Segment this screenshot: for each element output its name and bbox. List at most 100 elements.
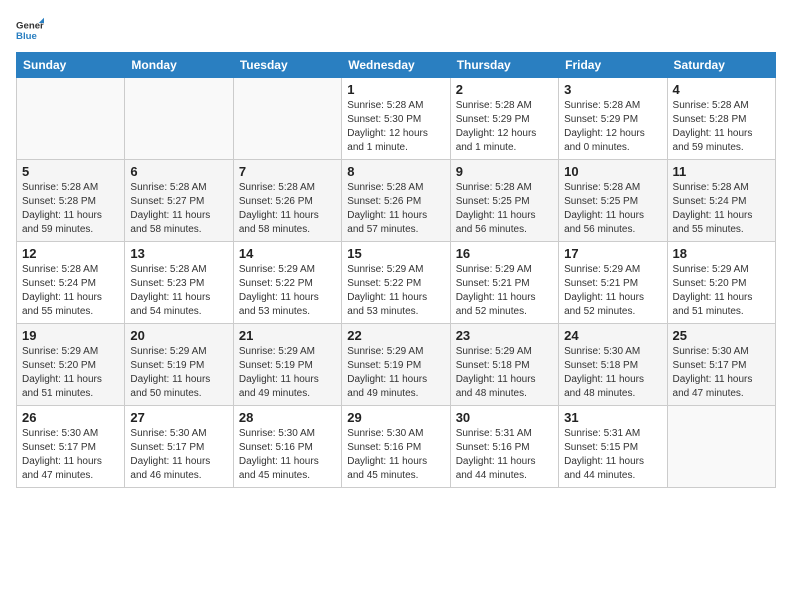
calendar-cell: 1 Sunrise: 5:28 AM Sunset: 5:30 PM Daylig… [342, 78, 450, 160]
day-info: Sunrise: 5:28 AM Sunset: 5:23 PM Dayligh… [130, 263, 227, 319]
calendar-cell: 13 Sunrise: 5:28 AM Sunset: 5:23 PM Dayli… [125, 242, 233, 324]
day-number: 3 [564, 82, 661, 97]
day-info: Sunrise: 5:30 AM Sunset: 5:17 PM Dayligh… [673, 345, 770, 401]
week-row-5: 26 Sunrise: 5:30 AM Sunset: 5:17 PM Dayli… [17, 406, 776, 488]
calendar-cell [667, 406, 775, 488]
calendar-cell: 16Sunrise: 5:29 AM Sunset: 5:21 PM Dayli… [450, 242, 558, 324]
calendar-cell: 26 Sunrise: 5:30 AM Sunset: 5:17 PM Dayli… [17, 406, 125, 488]
day-number: 23 [456, 328, 553, 343]
day-info: Sunrise: 5:28 AM Sunset: 5:29 PM Dayligh… [456, 99, 553, 155]
day-info: Sunrise: 5:29 AM Sunset: 5:22 PM Dayligh… [239, 263, 336, 319]
calendar-cell [233, 78, 341, 160]
calendar-cell: 21 Sunrise: 5:29 AM Sunset: 5:19 PM Dayli… [233, 324, 341, 406]
calendar-cell: 2Sunrise: 5:28 AM Sunset: 5:29 PM Daylig… [450, 78, 558, 160]
day-number: 20 [130, 328, 227, 343]
logo: General Blue [16, 16, 44, 44]
calendar-cell: 30Sunrise: 5:31 AM Sunset: 5:16 PM Dayli… [450, 406, 558, 488]
calendar-cell: 15 Sunrise: 5:29 AM Sunset: 5:22 PM Dayli… [342, 242, 450, 324]
day-number: 7 [239, 164, 336, 179]
day-info: Sunrise: 5:28 AM Sunset: 5:30 PM Dayligh… [347, 99, 444, 155]
day-number: 15 [347, 246, 444, 261]
calendar-cell: 22 Sunrise: 5:29 AM Sunset: 5:19 PM Dayli… [342, 324, 450, 406]
calendar-cell: 27 Sunrise: 5:30 AM Sunset: 5:17 PM Dayli… [125, 406, 233, 488]
calendar-cell: 31 Sunrise: 5:31 AM Sunset: 5:15 PM Dayli… [559, 406, 667, 488]
day-number: 13 [130, 246, 227, 261]
day-info: Sunrise: 5:28 AM Sunset: 5:26 PM Dayligh… [239, 181, 336, 237]
calendar-cell: 25 Sunrise: 5:30 AM Sunset: 5:17 PM Dayli… [667, 324, 775, 406]
calendar-cell [125, 78, 233, 160]
day-number: 17 [564, 246, 661, 261]
day-number: 26 [22, 410, 119, 425]
week-row-1: 1 Sunrise: 5:28 AM Sunset: 5:30 PM Daylig… [17, 78, 776, 160]
calendar-cell: 18Sunrise: 5:29 AM Sunset: 5:20 PM Dayli… [667, 242, 775, 324]
calendar-cell [17, 78, 125, 160]
header: General Blue [16, 16, 776, 44]
week-row-2: 5 Sunrise: 5:28 AM Sunset: 5:28 PM Daylig… [17, 160, 776, 242]
day-number: 5 [22, 164, 119, 179]
day-info: Sunrise: 5:28 AM Sunset: 5:25 PM Dayligh… [564, 181, 661, 237]
day-number: 10 [564, 164, 661, 179]
day-number: 14 [239, 246, 336, 261]
day-info: Sunrise: 5:29 AM Sunset: 5:22 PM Dayligh… [347, 263, 444, 319]
weekday-header-friday: Friday [559, 53, 667, 78]
day-info: Sunrise: 5:28 AM Sunset: 5:29 PM Dayligh… [564, 99, 661, 155]
svg-text:Blue: Blue [16, 31, 37, 42]
weekday-header-row: SundayMondayTuesdayWednesdayThursdayFrid… [17, 53, 776, 78]
day-number: 28 [239, 410, 336, 425]
day-info: Sunrise: 5:30 AM Sunset: 5:16 PM Dayligh… [347, 427, 444, 483]
calendar-cell: 29Sunrise: 5:30 AM Sunset: 5:16 PM Dayli… [342, 406, 450, 488]
day-info: Sunrise: 5:30 AM Sunset: 5:17 PM Dayligh… [22, 427, 119, 483]
day-number: 22 [347, 328, 444, 343]
day-info: Sunrise: 5:29 AM Sunset: 5:20 PM Dayligh… [673, 263, 770, 319]
weekday-header-tuesday: Tuesday [233, 53, 341, 78]
day-number: 31 [564, 410, 661, 425]
day-info: Sunrise: 5:28 AM Sunset: 5:25 PM Dayligh… [456, 181, 553, 237]
calendar-cell: 12Sunrise: 5:28 AM Sunset: 5:24 PM Dayli… [17, 242, 125, 324]
day-info: Sunrise: 5:29 AM Sunset: 5:21 PM Dayligh… [564, 263, 661, 319]
day-info: Sunrise: 5:28 AM Sunset: 5:28 PM Dayligh… [673, 99, 770, 155]
day-number: 9 [456, 164, 553, 179]
day-info: Sunrise: 5:29 AM Sunset: 5:21 PM Dayligh… [456, 263, 553, 319]
calendar-table: SundayMondayTuesdayWednesdayThursdayFrid… [16, 52, 776, 488]
calendar-cell: 7 Sunrise: 5:28 AM Sunset: 5:26 PM Daylig… [233, 160, 341, 242]
week-row-4: 19 Sunrise: 5:29 AM Sunset: 5:20 PM Dayli… [17, 324, 776, 406]
calendar-cell: 8 Sunrise: 5:28 AM Sunset: 5:26 PM Daylig… [342, 160, 450, 242]
day-number: 30 [456, 410, 553, 425]
day-number: 25 [673, 328, 770, 343]
day-info: Sunrise: 5:30 AM Sunset: 5:17 PM Dayligh… [130, 427, 227, 483]
calendar-cell: 4 Sunrise: 5:28 AM Sunset: 5:28 PM Daylig… [667, 78, 775, 160]
weekday-header-thursday: Thursday [450, 53, 558, 78]
calendar-cell: 17 Sunrise: 5:29 AM Sunset: 5:21 PM Dayli… [559, 242, 667, 324]
day-info: Sunrise: 5:28 AM Sunset: 5:26 PM Dayligh… [347, 181, 444, 237]
calendar-cell: 3 Sunrise: 5:28 AM Sunset: 5:29 PM Daylig… [559, 78, 667, 160]
calendar-cell: 11Sunrise: 5:28 AM Sunset: 5:24 PM Dayli… [667, 160, 775, 242]
calendar-cell: 14 Sunrise: 5:29 AM Sunset: 5:22 PM Dayli… [233, 242, 341, 324]
calendar-cell: 5 Sunrise: 5:28 AM Sunset: 5:28 PM Daylig… [17, 160, 125, 242]
day-info: Sunrise: 5:28 AM Sunset: 5:28 PM Dayligh… [22, 181, 119, 237]
day-info: Sunrise: 5:28 AM Sunset: 5:27 PM Dayligh… [130, 181, 227, 237]
calendar-cell: 9 Sunrise: 5:28 AM Sunset: 5:25 PM Daylig… [450, 160, 558, 242]
weekday-header-sunday: Sunday [17, 53, 125, 78]
day-number: 1 [347, 82, 444, 97]
calendar-cell: 20 Sunrise: 5:29 AM Sunset: 5:19 PM Dayli… [125, 324, 233, 406]
day-number: 21 [239, 328, 336, 343]
day-info: Sunrise: 5:28 AM Sunset: 5:24 PM Dayligh… [22, 263, 119, 319]
calendar-cell: 28 Sunrise: 5:30 AM Sunset: 5:16 PM Dayli… [233, 406, 341, 488]
day-number: 4 [673, 82, 770, 97]
weekday-header-saturday: Saturday [667, 53, 775, 78]
day-info: Sunrise: 5:29 AM Sunset: 5:19 PM Dayligh… [239, 345, 336, 401]
day-number: 19 [22, 328, 119, 343]
day-number: 8 [347, 164, 444, 179]
day-info: Sunrise: 5:29 AM Sunset: 5:19 PM Dayligh… [347, 345, 444, 401]
day-info: Sunrise: 5:30 AM Sunset: 5:16 PM Dayligh… [239, 427, 336, 483]
svg-text:General: General [16, 20, 44, 31]
day-info: Sunrise: 5:28 AM Sunset: 5:24 PM Dayligh… [673, 181, 770, 237]
day-info: Sunrise: 5:29 AM Sunset: 5:20 PM Dayligh… [22, 345, 119, 401]
day-info: Sunrise: 5:29 AM Sunset: 5:18 PM Dayligh… [456, 345, 553, 401]
week-row-3: 12Sunrise: 5:28 AM Sunset: 5:24 PM Dayli… [17, 242, 776, 324]
day-number: 27 [130, 410, 227, 425]
weekday-header-wednesday: Wednesday [342, 53, 450, 78]
day-info: Sunrise: 5:31 AM Sunset: 5:15 PM Dayligh… [564, 427, 661, 483]
day-number: 6 [130, 164, 227, 179]
day-info: Sunrise: 5:29 AM Sunset: 5:19 PM Dayligh… [130, 345, 227, 401]
